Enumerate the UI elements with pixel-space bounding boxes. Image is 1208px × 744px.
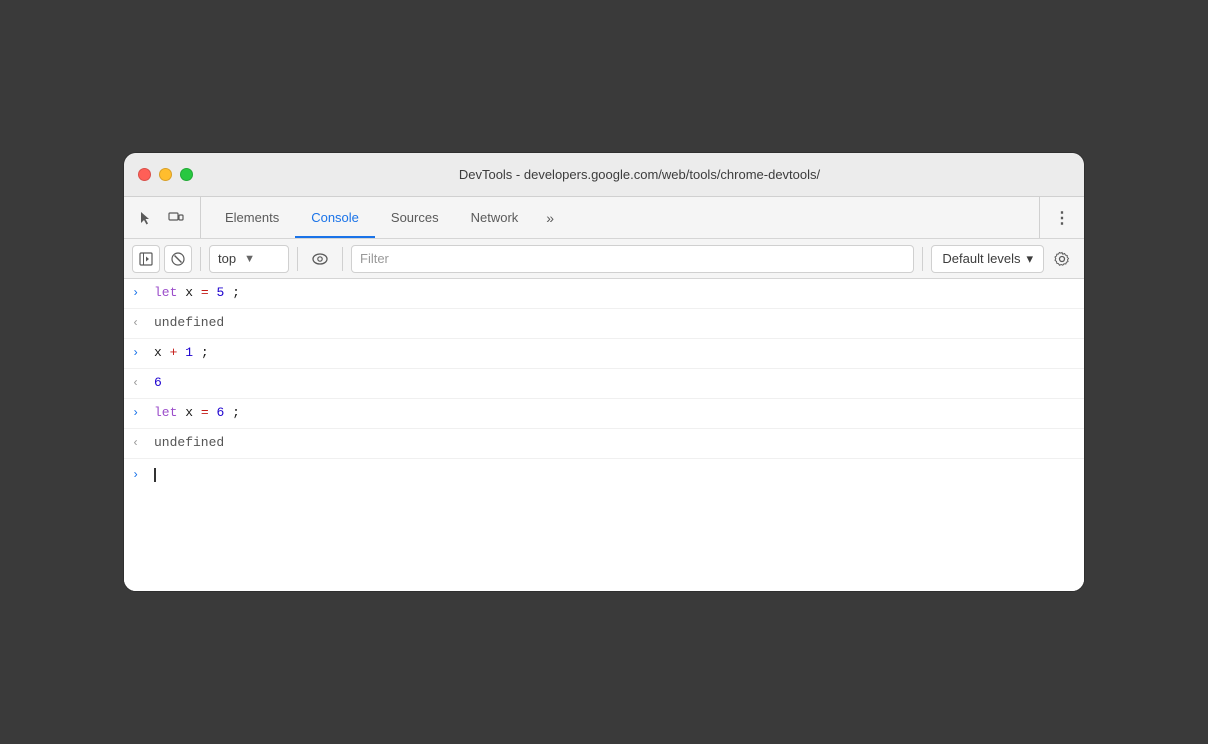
console-result-1: undefined	[154, 314, 224, 332]
tab-console[interactable]: Console	[295, 197, 375, 238]
eye-icon	[312, 253, 328, 265]
console-result-2: 6	[154, 374, 162, 392]
console-input-row[interactable]: ›	[124, 459, 1084, 491]
live-expressions-button[interactable]	[306, 245, 334, 273]
console-entry-2-input[interactable]: › x + 1 ;	[124, 339, 1084, 369]
toolbar-divider-3	[342, 247, 343, 271]
output-arrow-2: ‹	[132, 375, 146, 392]
tab-elements[interactable]: Elements	[209, 197, 295, 238]
console-entry-3-output: ‹ undefined	[124, 429, 1084, 459]
console-entry-1-output: ‹ undefined	[124, 309, 1084, 339]
tab-bar-right: ⋮	[1039, 197, 1076, 238]
device-toggle-icon	[168, 210, 184, 226]
console-code-2: x + 1 ;	[154, 344, 1076, 362]
levels-dropdown-arrow: ▾	[1026, 251, 1033, 267]
toolbar-divider-1	[200, 247, 201, 271]
settings-button[interactable]	[1048, 245, 1076, 273]
console-code-3: let x = 6 ;	[154, 404, 1076, 422]
console-code-1: let x = 5 ;	[154, 284, 1076, 302]
window-title: DevTools - developers.google.com/web/too…	[209, 167, 1070, 182]
sidebar-toggle-button[interactable]	[132, 245, 160, 273]
clear-icon	[171, 252, 185, 266]
tab-sources[interactable]: Sources	[375, 197, 455, 238]
toolbar-divider-2	[297, 247, 298, 271]
input-arrow-3: ›	[132, 405, 146, 422]
maximize-button[interactable]	[180, 168, 193, 181]
console-toolbar: top ▼ Default levels ▾	[124, 239, 1084, 279]
toolbar-divider-4	[922, 247, 923, 271]
console-output: › let x = 5 ; ‹ undefined › x + 1	[124, 279, 1084, 591]
cursor-tool-button[interactable]	[132, 204, 160, 232]
input-arrow-2: ›	[132, 345, 146, 362]
traffic-lights	[138, 168, 193, 181]
console-entry-3-input[interactable]: › let x = 6 ;	[124, 399, 1084, 429]
context-dropdown-arrow: ▼	[244, 253, 255, 265]
console-entry-1-input[interactable]: › let x = 5 ;	[124, 279, 1084, 309]
console-result-3: undefined	[154, 434, 224, 452]
output-arrow-1: ‹	[132, 315, 146, 332]
input-arrow-current: ›	[132, 467, 146, 484]
tab-bar-icons	[132, 197, 201, 238]
three-dots-menu-button[interactable]: ⋮	[1048, 204, 1076, 232]
minimize-button[interactable]	[159, 168, 172, 181]
console-empty-area	[124, 491, 1084, 591]
more-tabs-button[interactable]: »	[534, 197, 566, 238]
console-entry-2-output: ‹ 6	[124, 369, 1084, 399]
devtools-window: DevTools - developers.google.com/web/too…	[124, 153, 1084, 591]
console-cursor	[154, 468, 156, 482]
clear-console-button[interactable]	[164, 245, 192, 273]
title-bar: DevTools - developers.google.com/web/too…	[124, 153, 1084, 197]
tab-network[interactable]: Network	[455, 197, 535, 238]
filter-input[interactable]	[351, 245, 914, 273]
sidebar-icon	[139, 252, 153, 266]
close-button[interactable]	[138, 168, 151, 181]
device-toggle-button[interactable]	[162, 204, 190, 232]
tab-bar: Elements Console Sources Network » ⋮	[124, 197, 1084, 239]
gear-icon	[1054, 251, 1070, 267]
tabs-container: Elements Console Sources Network »	[209, 197, 1039, 238]
log-levels-dropdown[interactable]: Default levels ▾	[931, 245, 1044, 273]
output-arrow-3: ‹	[132, 435, 146, 452]
input-arrow-1: ›	[132, 285, 146, 302]
cursor-icon	[138, 210, 154, 226]
context-dropdown[interactable]: top ▼	[209, 245, 289, 273]
